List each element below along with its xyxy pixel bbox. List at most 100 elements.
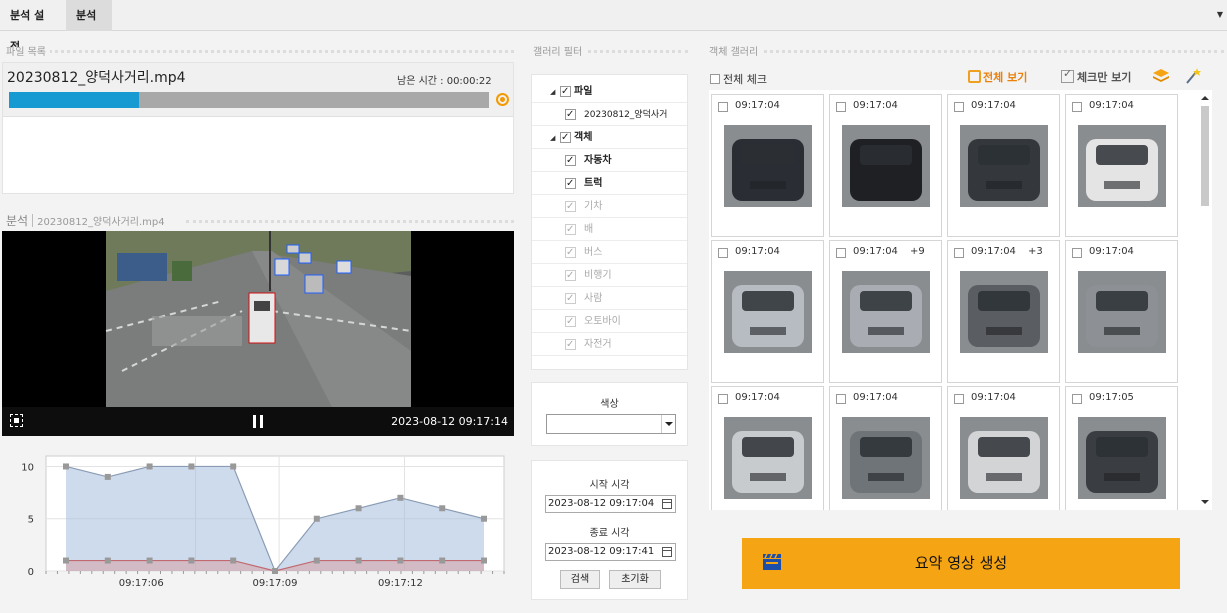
tab-analysis-settings[interactable]: 분석 설정 xyxy=(0,0,62,53)
gallery-item[interactable]: 09:17:04 xyxy=(711,240,824,383)
gallery-item[interactable]: 09:17:04 xyxy=(711,94,824,237)
object-checkbox[interactable] xyxy=(565,196,576,218)
tree-row-object[interactable]: 오토바이 xyxy=(532,311,687,333)
file-name: 20230812_양덕사거리.mp4 xyxy=(7,70,186,86)
gallery-item-checkbox[interactable] xyxy=(718,102,728,112)
video-frame xyxy=(105,231,412,407)
gallery-item-checkbox[interactable] xyxy=(1072,248,1082,258)
gallery-item-checkbox[interactable] xyxy=(954,102,964,112)
expand-icon[interactable]: ◢ xyxy=(550,81,555,103)
chart-point xyxy=(355,557,362,564)
target-icon[interactable] xyxy=(496,93,509,106)
expand-icon[interactable]: ◢ xyxy=(550,127,555,149)
start-time-value: 2023-08-12 09:17:04 xyxy=(548,498,655,509)
create-summary-video-button[interactable]: 요약 영상 생성 xyxy=(742,538,1180,589)
object-checkbox[interactable] xyxy=(565,334,576,356)
object-checkbox[interactable] xyxy=(565,219,576,241)
gallery-item-time: 09:17:04 xyxy=(735,392,780,403)
select-all-checkbox[interactable]: 전체 체크 xyxy=(710,71,767,87)
tree-row-object[interactable]: 기차 xyxy=(532,196,687,218)
object-label: 오토바이 xyxy=(584,316,621,327)
scroll-up-icon[interactable] xyxy=(1201,92,1209,100)
gallery-item[interactable]: 09:17:04 +3 xyxy=(947,240,1060,383)
dropdown-arrow-icon[interactable] xyxy=(661,415,675,433)
tab-bar: 분석 설정 분석 ▼ xyxy=(0,0,1227,53)
gallery-item-checkbox[interactable] xyxy=(836,102,846,112)
gallery-item-checkbox[interactable] xyxy=(836,248,846,258)
gallery-item-time: 09:17:04 xyxy=(853,392,898,403)
gallery-item[interactable]: 09:17:04 xyxy=(711,386,824,510)
vehicle-thumbnail xyxy=(724,271,812,353)
view-checked-button[interactable]: 체크만 보기 xyxy=(1061,67,1131,85)
chart-x-tick-label: 09:17:06 xyxy=(119,578,164,589)
gallery-item-checkbox[interactable] xyxy=(1072,394,1082,404)
gallery-item-checkbox[interactable] xyxy=(1072,102,1082,112)
select-all-label: 전체 체크 xyxy=(723,73,767,86)
object-label: 사람 xyxy=(584,293,603,304)
scroll-thumb[interactable] xyxy=(1201,106,1209,206)
object-checkbox[interactable] xyxy=(565,311,576,333)
tree-row-object[interactable]: 자전거 xyxy=(532,334,687,356)
object-checkbox[interactable] xyxy=(565,242,576,264)
chart-y-tick-label: 5 xyxy=(28,515,34,526)
layers-icon[interactable] xyxy=(1152,68,1170,84)
tree-row-object[interactable]: 트럭 xyxy=(532,173,687,195)
tree-row-object[interactable]: 배 xyxy=(532,219,687,241)
tree-row-object[interactable]: 자동차 xyxy=(532,150,687,172)
gallery-item[interactable]: 09:17:04 xyxy=(1065,240,1178,383)
chevron-down-icon[interactable]: ▼ xyxy=(1217,10,1223,19)
gallery-item-time: 09:17:04 xyxy=(1089,246,1134,257)
object-gallery: 09:17:04 09:17:04 09:17:04 09:17:04 09:17:04… xyxy=(709,90,1212,510)
object-label: 배 xyxy=(584,224,594,235)
search-button[interactable]: 검색 xyxy=(560,570,600,589)
checkbox-icon xyxy=(1061,67,1074,83)
gallery-item[interactable]: 09:17:04 xyxy=(947,94,1060,237)
tree-row-file[interactable]: 20230812_양덕사거 xyxy=(532,104,687,126)
view-all-button[interactable]: 전체 보기 xyxy=(968,69,1027,85)
object-group-checkbox[interactable] xyxy=(560,127,571,149)
view-all-label: 전체 보기 xyxy=(983,71,1028,84)
scroll-down-icon[interactable] xyxy=(1201,500,1209,508)
object-checkbox[interactable] xyxy=(565,265,576,287)
gallery-item[interactable]: 09:17:04 xyxy=(947,386,1060,510)
object-checkbox[interactable] xyxy=(565,288,576,310)
chart-point xyxy=(397,557,404,564)
reset-button[interactable]: 초기화 xyxy=(609,570,661,589)
select-all-box[interactable] xyxy=(710,74,720,84)
tree-row-object[interactable]: 버스 xyxy=(532,242,687,264)
gallery-item[interactable]: 09:17:04 xyxy=(829,386,942,510)
start-time-input[interactable]: 2023-08-12 09:17:04 xyxy=(545,495,676,513)
gallery-item-checkbox[interactable] xyxy=(954,394,964,404)
gallery-heading: 객체 갤러리 xyxy=(709,43,1224,57)
end-time-input[interactable]: 2023-08-12 09:17:41 xyxy=(545,543,676,561)
gallery-scrollbar[interactable] xyxy=(1199,92,1211,510)
color-label: 색상 xyxy=(600,399,619,410)
wand-icon[interactable] xyxy=(1184,67,1202,85)
chart-x-tick-label: 09:17:09 xyxy=(253,578,298,589)
calendar-icon[interactable] xyxy=(662,547,672,557)
file-checkbox[interactable] xyxy=(565,104,576,126)
gallery-item-checkbox[interactable] xyxy=(718,394,728,404)
file-group-checkbox[interactable] xyxy=(560,81,571,103)
color-select[interactable] xyxy=(546,414,676,434)
tree-row-object-group[interactable]: ◢ 객체 xyxy=(532,127,687,149)
tree-row-object[interactable]: 사람 xyxy=(532,288,687,310)
calendar-icon[interactable] xyxy=(662,499,672,509)
gallery-item-checkbox[interactable] xyxy=(954,248,964,258)
object-checkbox[interactable] xyxy=(565,173,576,195)
vehicle-thumbnail xyxy=(1078,125,1166,207)
gallery-item[interactable]: 09:17:05 xyxy=(1065,386,1178,510)
gallery-item[interactable]: 09:17:04 xyxy=(1065,94,1178,237)
file-row[interactable]: 20230812_양덕사거리.mp4 남은 시간 : 00:00:22 xyxy=(3,63,513,117)
tree-row-object[interactable]: 비행기 xyxy=(532,265,687,287)
tab-analysis[interactable]: 분석 xyxy=(66,0,112,31)
object-checkbox[interactable] xyxy=(565,150,576,172)
gallery-item-checkbox[interactable] xyxy=(718,248,728,258)
gallery-item[interactable]: 09:17:04 +9 xyxy=(829,240,942,383)
pause-icon[interactable] xyxy=(253,415,263,428)
gallery-item[interactable]: 09:17:04 xyxy=(829,94,942,237)
tree-row-file-group[interactable]: ◢ 파일 xyxy=(532,81,687,103)
gallery-item-checkbox[interactable] xyxy=(836,394,846,404)
video-player[interactable]: 2023-08-12 09:17:14 xyxy=(2,231,514,436)
focus-icon[interactable] xyxy=(10,414,23,427)
